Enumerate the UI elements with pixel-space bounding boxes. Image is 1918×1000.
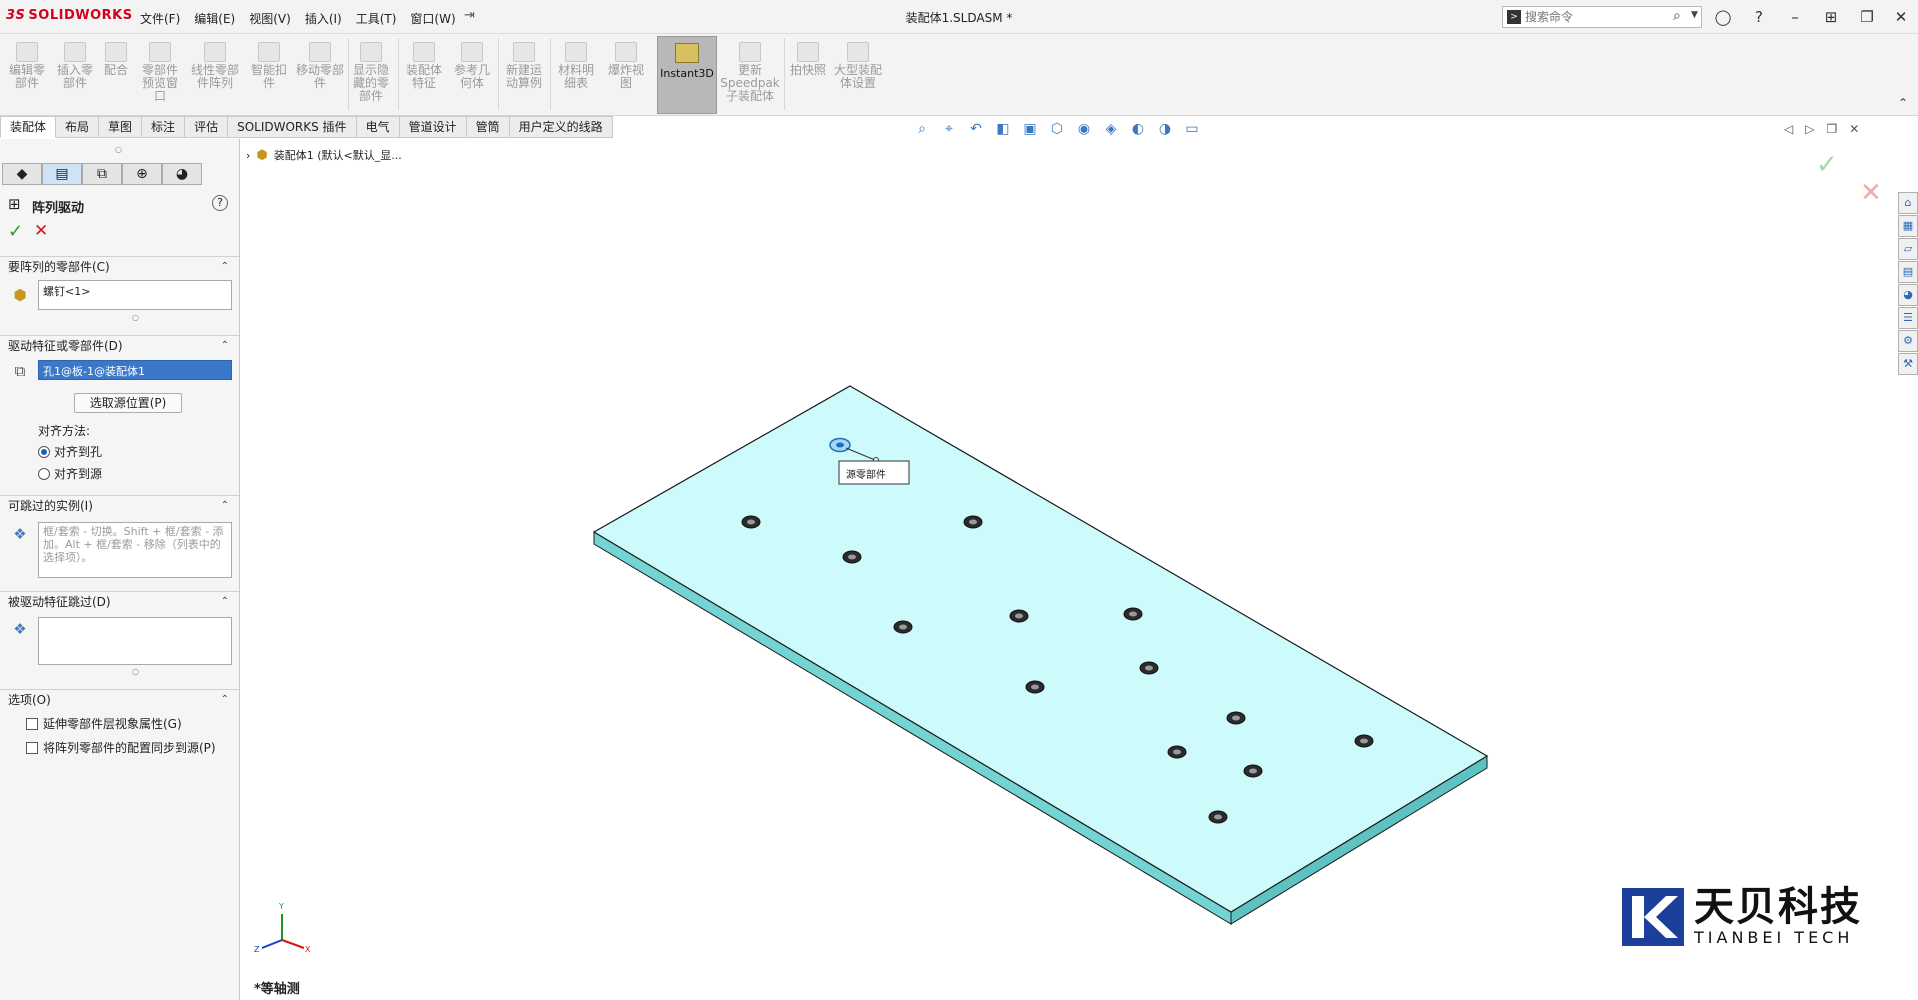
hole-inner: [1031, 684, 1039, 690]
task-pane-tabs: ⌂ ▦ ▱ ▤ ◕ ☰ ⚙ ⚒: [1898, 192, 1918, 376]
brand-logo: 天贝科技 TIANBEI TECH: [1622, 886, 1862, 947]
file-explorer-icon[interactable]: ▱: [1898, 238, 1918, 260]
view-orientation-label: *等轴测: [254, 982, 300, 997]
hole-inner: [1214, 814, 1222, 820]
tianbei-logo-mark: [1622, 887, 1684, 946]
hole-inner: [1015, 613, 1023, 619]
hole-inner: [747, 519, 755, 525]
source-component-callout: 源零部件: [846, 470, 886, 481]
solidworks-forum-icon[interactable]: ⚙: [1898, 330, 1918, 352]
triad-x-axis: [281, 939, 305, 949]
hole-inner: [1232, 715, 1240, 721]
hole-inner: [1249, 768, 1257, 774]
triad-x-label: X: [305, 945, 311, 954]
hole-inner: [969, 519, 977, 525]
source-component-head: [836, 442, 844, 448]
hole-inner: [1145, 665, 1153, 671]
model-canvas: [261, 385, 1489, 949]
triad-z-label: Z: [254, 945, 260, 954]
hole-inner: [1360, 738, 1368, 744]
triad-y-label: Y: [279, 902, 284, 911]
hole-inner: [848, 554, 856, 560]
design-library-icon[interactable]: ▦: [1898, 215, 1918, 237]
hole-inner: [899, 624, 907, 630]
hole-inner: [1129, 611, 1137, 617]
brand-english-name: TIANBEI TECH: [1694, 928, 1854, 947]
custom-properties-icon[interactable]: ☰: [1898, 307, 1918, 329]
hole-inner: [1173, 749, 1181, 755]
appearances-icon[interactable]: ◕: [1898, 284, 1918, 306]
triad-z-axis: [261, 939, 283, 949]
brand-chinese-name: 天贝科技: [1694, 884, 1862, 930]
plate-top-face: [592, 385, 1489, 913]
toolbox-icon[interactable]: ⚒: [1898, 353, 1918, 375]
home-icon[interactable]: ⌂: [1898, 192, 1918, 214]
view-palette-icon[interactable]: ▤: [1898, 261, 1918, 283]
